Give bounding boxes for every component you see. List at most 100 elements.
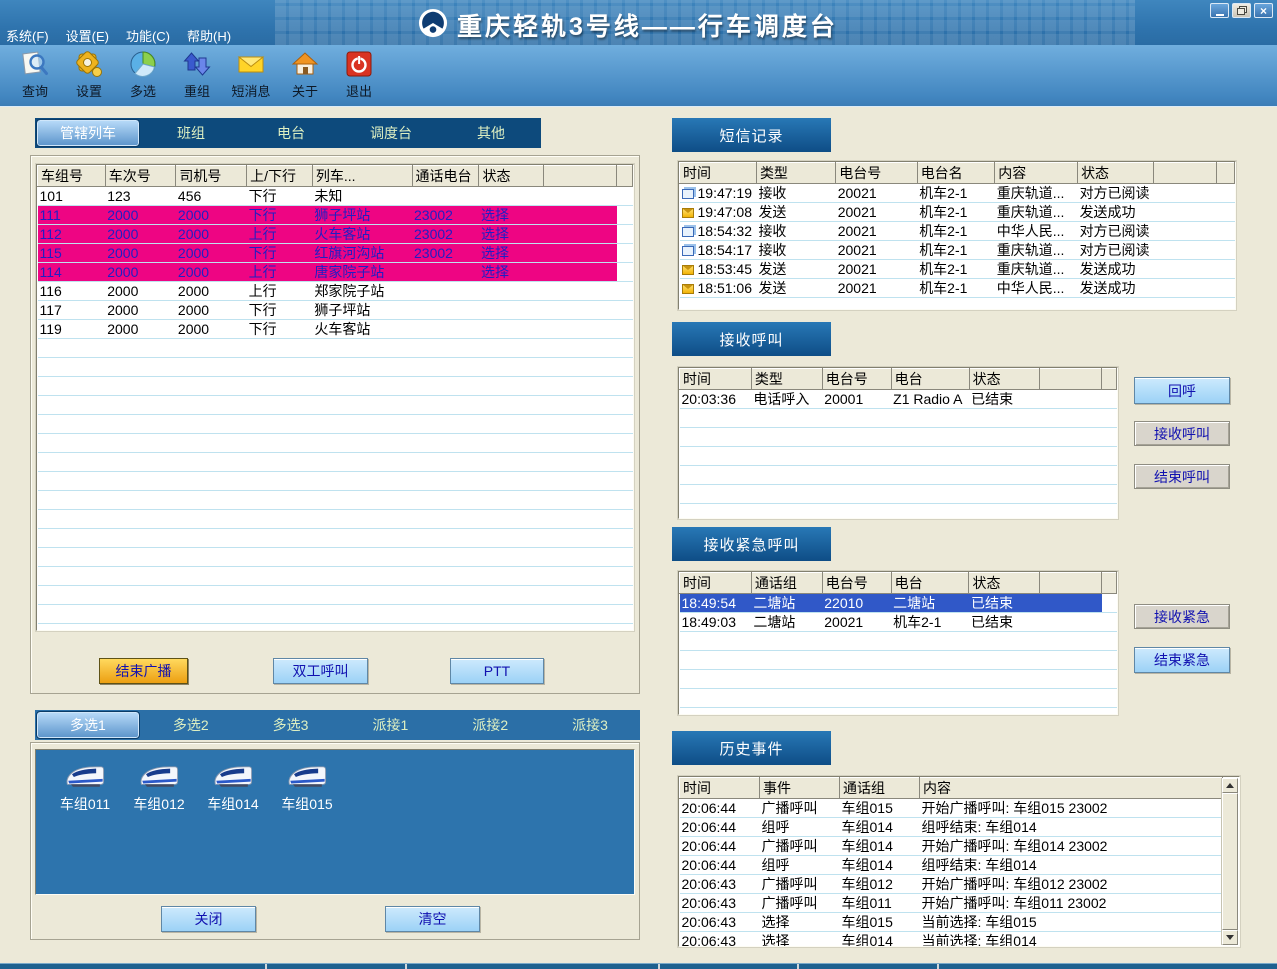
col-radio-no[interactable]: 电台号 <box>822 369 891 390</box>
col-trainset[interactable]: 车组号 <box>38 166 106 187</box>
col-time[interactable]: 时间 <box>680 369 752 390</box>
receive-emergency-button[interactable]: 接收紧急 <box>1134 604 1230 629</box>
menu-settings[interactable]: 设置(E) <box>62 25 113 46</box>
col-time[interactable]: 时间 <box>680 573 752 594</box>
table-row[interactable]: 20:06:44广播呼叫车组014开始广播呼叫: 车组014 23002 <box>680 837 1223 856</box>
end-call-button[interactable]: 结束呼叫 <box>1134 464 1230 489</box>
tab-dispatch-2[interactable]: 派接2 <box>440 710 540 740</box>
table-row[interactable]: 11720002000下行狮子坪站 <box>38 301 633 320</box>
table-row[interactable]: 20:03:36电话呼入20001Z1 Radio A已结束 <box>680 390 1117 409</box>
receive-message-icon <box>682 246 694 256</box>
col-status[interactable]: 状态 <box>1078 163 1154 184</box>
trainset-item-015[interactable]: 车组015 <box>270 764 344 814</box>
col-status[interactable]: 状态 <box>969 573 1040 594</box>
tab-dispatch-3[interactable]: 派接3 <box>540 710 640 740</box>
col-talkgroup[interactable]: 通话组 <box>751 573 822 594</box>
col-status[interactable]: 状态 <box>479 166 544 187</box>
col-radio[interactable]: 电台 <box>891 573 969 594</box>
toolbar-sms-button[interactable]: 短消息 <box>224 48 278 100</box>
table-row[interactable]: 101123456下行未知 <box>38 187 633 206</box>
table-row[interactable]: 20:06:43选择车组015当前选择: 车组015 <box>680 913 1223 932</box>
table-row[interactable]: 11220002000上行火车客站23002选择 <box>38 225 633 244</box>
cell <box>1154 222 1217 241</box>
col-direction[interactable]: 上/下行 <box>247 166 313 187</box>
col-time[interactable]: 时间 <box>680 163 757 184</box>
cell <box>247 472 313 491</box>
table-row[interactable]: 20:06:43广播呼叫车组011开始广播呼叫: 车组011 23002 <box>680 894 1223 913</box>
table-row[interactable]: 18:54:17接收20021机车2-1重庆轨道...对方已阅读 <box>680 241 1235 260</box>
cell: 下行 <box>247 187 313 206</box>
menu-functions[interactable]: 功能(C) <box>122 25 174 46</box>
tab-radio[interactable]: 电台 <box>241 118 341 148</box>
tab-multiselect-2[interactable]: 多选2 <box>141 710 241 740</box>
table-row[interactable]: 11920002000下行火车客站 <box>38 320 633 339</box>
col-type[interactable]: 类型 <box>751 369 822 390</box>
toolbar-query-button[interactable]: 查询 <box>8 48 62 100</box>
cell <box>479 548 544 567</box>
table-row[interactable]: 20:06:44广播呼叫车组015开始广播呼叫: 车组015 23002 <box>680 799 1223 818</box>
col-talkgroup[interactable]: 通话组 <box>840 778 920 799</box>
table-row[interactable]: 18:53:45发送20021机车2-1重庆轨道...发送成功 <box>680 260 1235 279</box>
toolbar-about-button[interactable]: 关于 <box>278 48 332 100</box>
tab-managed-trains[interactable]: 管辖列车 <box>37 120 139 146</box>
col-trip[interactable]: 车次号 <box>105 166 176 187</box>
col-status[interactable]: 状态 <box>969 369 1040 390</box>
toolbar-settings-button[interactable]: 设置 <box>62 48 116 100</box>
table-row[interactable]: 11620002000上行郑家院子站 <box>38 282 633 301</box>
receive-call-button[interactable]: 接收呼叫 <box>1134 421 1230 446</box>
trainset-item-012[interactable]: 车组012 <box>122 764 196 814</box>
tab-dispatcher[interactable]: 调度台 <box>341 118 441 148</box>
col-driver[interactable]: 司机号 <box>176 166 247 187</box>
tab-multiselect-3[interactable]: 多选3 <box>241 710 341 740</box>
menu-system[interactable]: 系统(F) <box>2 25 53 46</box>
minimize-button[interactable] <box>1210 3 1229 18</box>
col-content[interactable]: 内容 <box>995 163 1078 184</box>
callback-button[interactable]: 回呼 <box>1134 377 1230 404</box>
tab-crew[interactable]: 班组 <box>141 118 241 148</box>
table-row[interactable]: 20:06:44组呼车组014组呼结束: 车组014 <box>680 856 1223 875</box>
history-scrollbar[interactable] <box>1221 778 1238 945</box>
clear-button[interactable]: 清空 <box>385 906 480 932</box>
scroll-up-button[interactable] <box>1222 778 1238 793</box>
col-content[interactable]: 内容 <box>920 778 1223 799</box>
trainset-item-011[interactable]: 车组011 <box>48 764 122 814</box>
table-row[interactable]: 20:06:43选择车组014当前选择: 车组014 <box>680 932 1223 948</box>
table-row[interactable]: 11120002000下行狮子坪站23002选择 <box>38 206 633 225</box>
table-row[interactable]: 19:47:08发送20021机车2-1重庆轨道...发送成功 <box>680 203 1235 222</box>
end-broadcast-button[interactable]: 结束广播 <box>99 658 188 684</box>
col-time[interactable]: 时间 <box>680 778 760 799</box>
toolbar-multiselect-button[interactable]: 多选 <box>116 48 170 100</box>
ptt-button[interactable]: PTT <box>450 658 544 684</box>
table-row[interactable]: 18:51:06发送20021机车2-1中华人民...发送成功 <box>680 279 1235 298</box>
table-row[interactable]: 20:06:44组呼车组014组呼结束: 车组014 <box>680 818 1223 837</box>
toolbar-regroup-button[interactable]: 重组 <box>170 48 224 100</box>
toolbar-exit-button[interactable]: 退出 <box>332 48 386 100</box>
close-button[interactable]: × <box>1254 3 1273 18</box>
tab-multiselect-1[interactable]: 多选1 <box>37 712 139 738</box>
col-radio-no[interactable]: 电台号 <box>836 163 917 184</box>
restore-button[interactable] <box>1232 3 1251 18</box>
table-row[interactable]: 18:49:03二塘站20021机车2-1已结束 <box>680 613 1117 632</box>
scroll-down-button[interactable] <box>1222 930 1238 945</box>
col-type[interactable]: 类型 <box>756 163 835 184</box>
duplex-call-button[interactable]: 双工呼叫 <box>273 658 368 684</box>
col-radio-no[interactable]: 电台号 <box>822 573 891 594</box>
table-row[interactable]: 19:47:19接收20021机车2-1重庆轨道...对方已阅读 <box>680 184 1235 203</box>
table-row[interactable]: 20:06:43广播呼叫车组012开始广播呼叫: 车组012 23002 <box>680 875 1223 894</box>
table-row[interactable]: 11520002000下行红旗河沟站23002选择 <box>38 244 633 263</box>
menu-help[interactable]: 帮助(H) <box>183 25 235 46</box>
tab-dispatch-1[interactable]: 派接1 <box>340 710 440 740</box>
table-row[interactable]: 18:49:54二塘站22010二塘站已结束 <box>680 594 1117 613</box>
col-radio[interactable]: 电台 <box>891 369 969 390</box>
col-call-radio[interactable]: 通话电台 <box>412 166 479 187</box>
scroll-thumb[interactable] <box>1222 793 1238 930</box>
end-emergency-button[interactable]: 结束紧急 <box>1134 647 1230 673</box>
col-radio-name[interactable]: 电台名 <box>917 163 995 184</box>
table-row[interactable]: 18:54:32接收20021机车2-1中华人民...对方已阅读 <box>680 222 1235 241</box>
col-train-pos[interactable]: 列车... <box>312 166 412 187</box>
col-event[interactable]: 事件 <box>760 778 840 799</box>
trainset-item-014[interactable]: 车组014 <box>196 764 270 814</box>
tab-other[interactable]: 其他 <box>441 118 541 148</box>
close-panel-button[interactable]: 关闭 <box>161 906 256 932</box>
table-row[interactable]: 11420002000上行唐家院子站选择 <box>38 263 633 282</box>
